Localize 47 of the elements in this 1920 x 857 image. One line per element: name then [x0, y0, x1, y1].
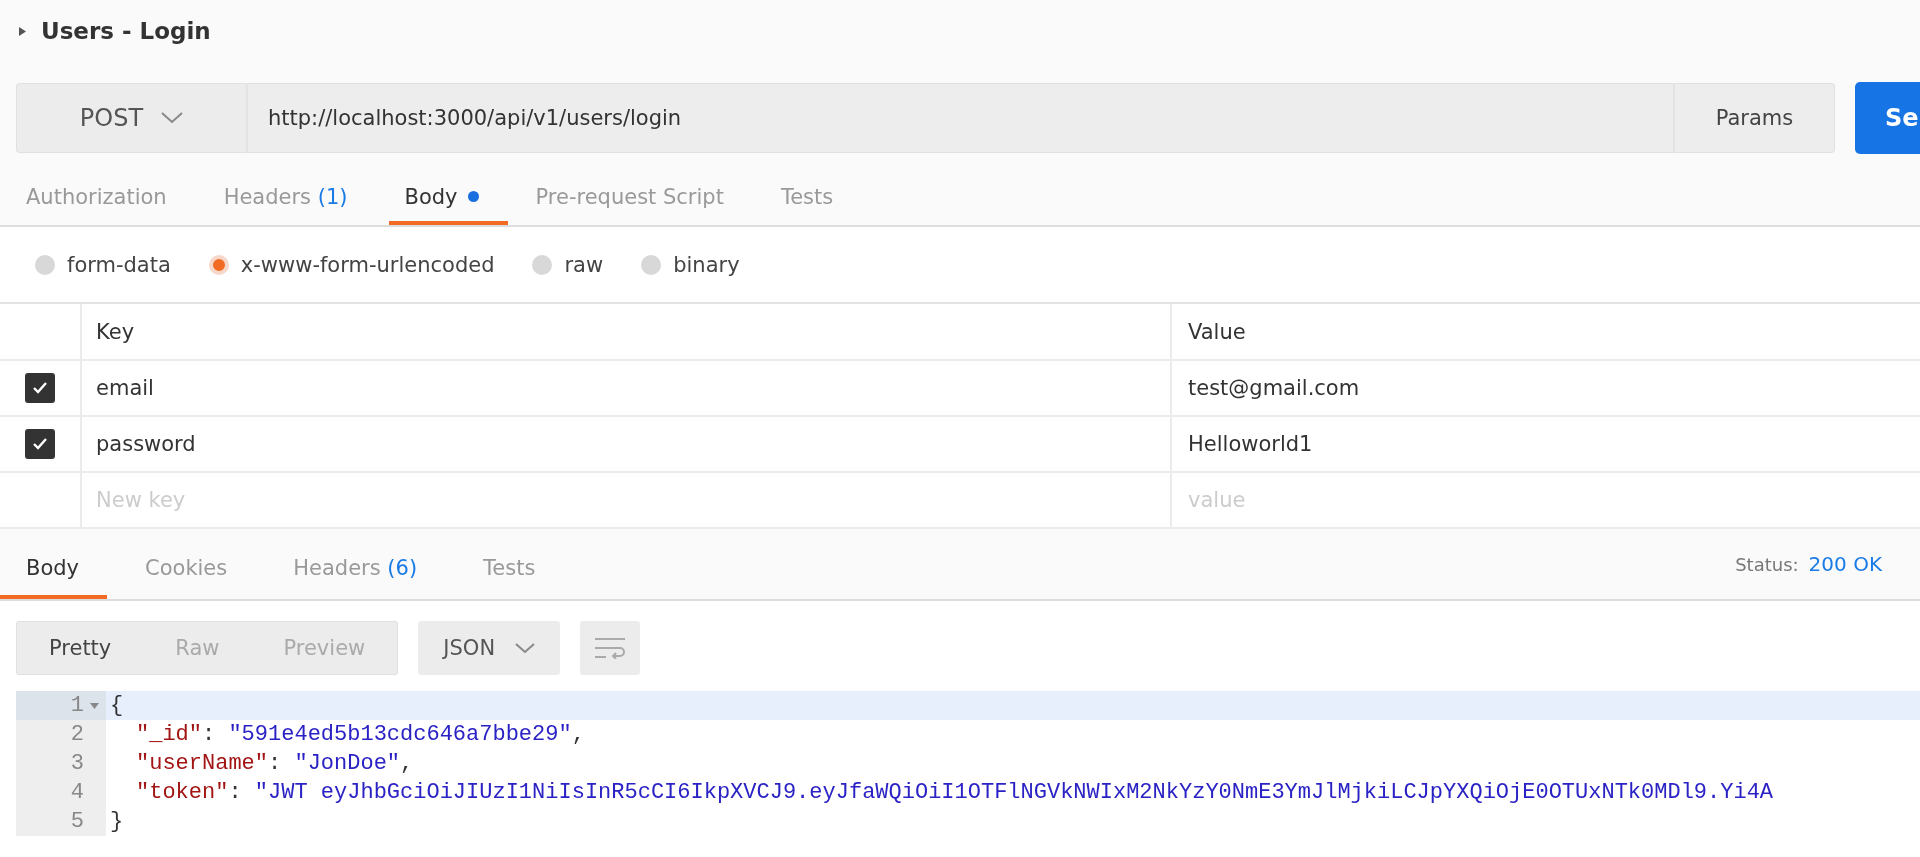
- url-field[interactable]: http://localhost:3000/api/v1/users/login: [248, 83, 1673, 153]
- radio-label[interactable]: raw: [564, 252, 604, 277]
- radio-button[interactable]: [641, 254, 662, 275]
- radio-label[interactable]: x-www-form-urlencoded: [240, 252, 495, 277]
- chevron-down-icon: [161, 112, 184, 124]
- request-title: Users - Login: [41, 18, 211, 44]
- code-line: {: [109, 693, 124, 718]
- line-number: 5: [70, 809, 84, 834]
- chevron-down-icon: [515, 642, 536, 654]
- wrap-lines-button[interactable]: [580, 621, 641, 675]
- fold-caret-icon[interactable]: [90, 702, 99, 709]
- checkbox[interactable]: [25, 373, 55, 403]
- code-line: }: [109, 809, 124, 834]
- line-number: 1: [70, 693, 84, 718]
- table-cell-text: test@gmail.com: [1187, 375, 1361, 402]
- params-button[interactable]: Params: [1673, 83, 1835, 153]
- table-cell: email: [82, 361, 1172, 415]
- radio-button[interactable]: [35, 254, 55, 275]
- response-tab[interactable]: Body: [0, 529, 107, 599]
- format-dropdown[interactable]: JSON: [418, 621, 561, 675]
- status-label: Status:: [1735, 553, 1799, 575]
- status-value: 200 OK: [1808, 552, 1882, 576]
- check-icon: [32, 381, 48, 395]
- line-number: 3: [70, 751, 84, 776]
- column-header: Value: [1187, 318, 1247, 346]
- radio-button[interactable]: [532, 254, 553, 275]
- code-line: "token": "JWT eyJhbGciOiJIUzI1NiIsInR5cCI6IkpXVCJ9.eyJfaWQiOiI1OTFlNGVkNWIxM2NkYzY0NmE3YmJlMjkiLCJpYXQiOjE0OTUxNTk0MDl9.Yi4A: [135, 780, 1774, 805]
- request-tab[interactable]: Body: [388, 172, 508, 225]
- table-cell: password: [82, 417, 1172, 471]
- response-tab[interactable]: Headers (6): [267, 529, 446, 599]
- radio-label[interactable]: binary: [673, 252, 740, 277]
- table-cell-text: Helloworld1: [1187, 431, 1314, 458]
- view-mode-button[interactable]: Pretty: [17, 622, 144, 674]
- expand-arrow-icon[interactable]: [18, 25, 27, 37]
- line-number: 4: [70, 780, 84, 805]
- code-line: "_id": "591e4ed5b13cdc646a7bbe29",: [135, 722, 585, 747]
- method-dropdown[interactable]: POST: [16, 83, 248, 153]
- radio-label[interactable]: form-data: [67, 252, 171, 277]
- column-header: Key: [82, 304, 1172, 359]
- code-line: "userName": "JonDoe",: [135, 751, 414, 776]
- wrap-lines-icon: [594, 637, 627, 659]
- check-icon: [32, 437, 48, 451]
- radio-button[interactable]: [208, 254, 229, 275]
- checkbox[interactable]: [25, 429, 55, 459]
- request-tab[interactable]: Headers (1): [207, 172, 377, 225]
- send-button[interactable]: Se: [1855, 82, 1920, 154]
- line-number: 2: [70, 722, 84, 747]
